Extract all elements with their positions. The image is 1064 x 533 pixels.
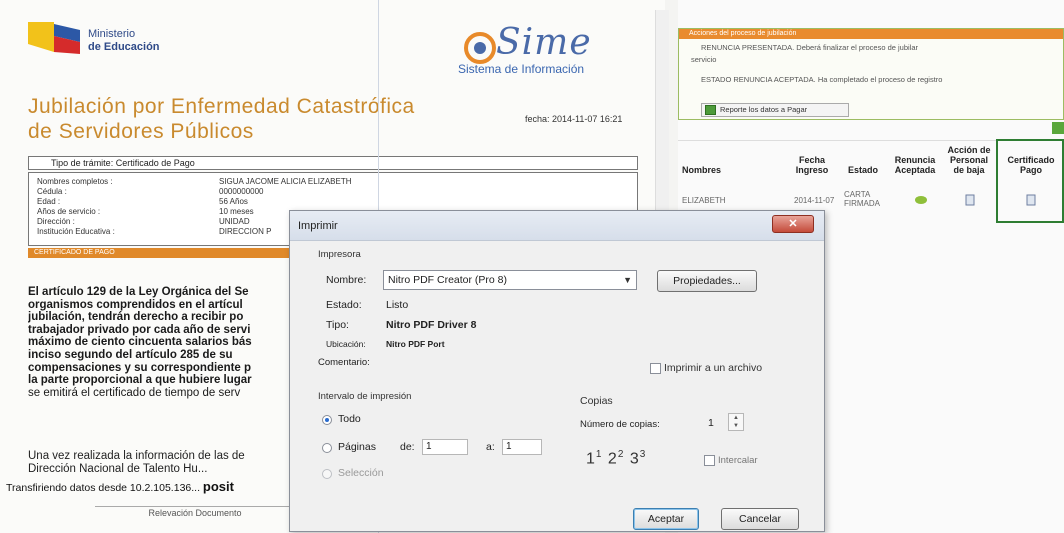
person-label: Nombres completos : [37, 177, 113, 186]
column-header: Acción de Personal de baja [947, 145, 991, 175]
all-radio[interactable] [322, 415, 332, 425]
ministry-flag-logo [28, 22, 80, 54]
chevron-down-icon: ▼ [623, 275, 632, 285]
to-label: a: [486, 441, 495, 453]
notification-line: RENUNCIA PRESENTADA. Deberá finalizar el… [701, 43, 919, 52]
cell-status: CARTA FIRMADA [844, 190, 880, 208]
page-to-input[interactable]: 1 [502, 439, 542, 455]
document-date: fecha: 2014-11-07 16:21 [525, 114, 623, 124]
all-label: Todo [338, 413, 361, 425]
from-label: de: [400, 441, 415, 453]
column-header: Nombres [682, 165, 722, 175]
collate-checkbox[interactable]: Intercalar [704, 455, 758, 466]
sime-wordmark: Sime [496, 22, 592, 63]
checkbox-box [704, 455, 715, 466]
sime-subtitle: Sistema de Información [458, 62, 585, 76]
report-data-button[interactable]: Reporte los datos a Pagar [701, 103, 849, 117]
location-value: Nitro PDF Port [386, 339, 445, 349]
document-footer-text: Una vez realizada la información de las … [28, 450, 245, 462]
selection-label: Selección [338, 467, 384, 479]
person-value: DIRECCION P [219, 227, 272, 236]
location-label: Ubicación: [326, 339, 366, 349]
person-label: Dirección : [37, 217, 75, 226]
copies-group-label: Copias [580, 395, 613, 407]
document-icon[interactable] [963, 194, 977, 206]
page-from-input[interactable]: 1 [422, 439, 468, 455]
cell-name: ELIZABETH [682, 196, 726, 205]
document-title: Jubilación por Enfermedad Catastrófica d… [28, 95, 415, 143]
person-label: Edad : [37, 197, 61, 206]
comment-label: Comentario: [318, 357, 370, 368]
document-footer-text: Dirección Nacional de Talento Hu... [28, 463, 208, 475]
copies-stepper[interactable]: ▲ ▼ [728, 413, 744, 431]
column-header: Fecha Ingreso [795, 155, 829, 175]
column-header: Estado [847, 165, 878, 175]
person-label: Años de servicio : [37, 207, 101, 216]
type-label: Tipo: [326, 319, 349, 331]
pages-radio[interactable] [322, 443, 332, 453]
status-label: Estado: [326, 299, 362, 311]
browser-status-bar: Transfiriendo datos desde 10.2.105.136..… [6, 479, 234, 494]
cell-date: 2014-11-07 [794, 196, 835, 205]
document-header: Ministerio de Educación Sime Sistema de … [28, 22, 648, 82]
document-body-text: El artículo 129 de la Ley Orgánica del S… [28, 286, 252, 399]
person-label: Cédula : [37, 187, 67, 196]
excel-icon [705, 105, 716, 115]
selection-radio[interactable] [322, 469, 332, 479]
printer-select[interactable]: Nitro PDF Creator (Pro 8) ▼ [383, 270, 637, 290]
print-to-file-checkbox[interactable]: Imprimir a un archivo [650, 362, 762, 374]
person-value: 10 meses [219, 207, 254, 216]
accept-button[interactable]: Aceptar [633, 508, 699, 530]
notification-box: Acciones del proceso de jubilación RENUN… [678, 28, 1064, 120]
print-dialog: Imprimir ✕ Impresora Nombre: Nitro PDF C… [289, 210, 825, 532]
range-group-label: Intervalo de impresión [318, 391, 412, 402]
name-label: Nombre: [326, 274, 367, 286]
check-icon[interactable] [914, 194, 928, 206]
column-header: Renuncia Aceptada [894, 155, 936, 175]
person-label: Institución Educativa : [37, 227, 115, 236]
cancel-button[interactable]: Cancelar [721, 508, 799, 530]
ministry-name: Ministerio de Educación [88, 28, 160, 53]
copies-label: Número de copias: [580, 419, 660, 430]
status-value: Listo [386, 299, 409, 311]
printer-group-label: Impresora [318, 249, 361, 260]
type-value: Nitro PDF Driver 8 [386, 319, 477, 331]
properties-button[interactable]: Propiedades... [657, 270, 757, 292]
copies-input[interactable]: 1 [708, 417, 714, 429]
checkbox-box [650, 362, 661, 374]
close-button[interactable]: ✕ [772, 215, 814, 233]
document-tab[interactable]: Relevación Documento [95, 506, 295, 520]
dialog-title: Imprimir [298, 220, 338, 232]
person-value: 56 Años [219, 197, 248, 206]
notification-line: ESTADO RENUNCIA ACEPTADA. Ha completado … [701, 75, 943, 84]
person-value: UNIDAD [219, 217, 250, 226]
dialog-titlebar[interactable]: Imprimir ✕ [290, 211, 824, 241]
export-icon[interactable] [1052, 122, 1064, 134]
person-value: 0000000000 [219, 187, 264, 196]
notification-line: servicio [691, 55, 717, 64]
collate-illustration-icon: 11 22 33 [586, 449, 647, 468]
certificate-column-highlight [996, 139, 1064, 223]
section-header-bar: CERTIFICADO DE PAGO [28, 248, 298, 258]
person-value: SIGUA JACOME ALICIA ELIZABETH [219, 177, 352, 186]
pages-label: Páginas [338, 441, 376, 453]
document-type-field: Tipo de trámite: Certificado de Pago [28, 156, 638, 170]
notification-header: Acciones del proceso de jubilación [679, 29, 1063, 39]
